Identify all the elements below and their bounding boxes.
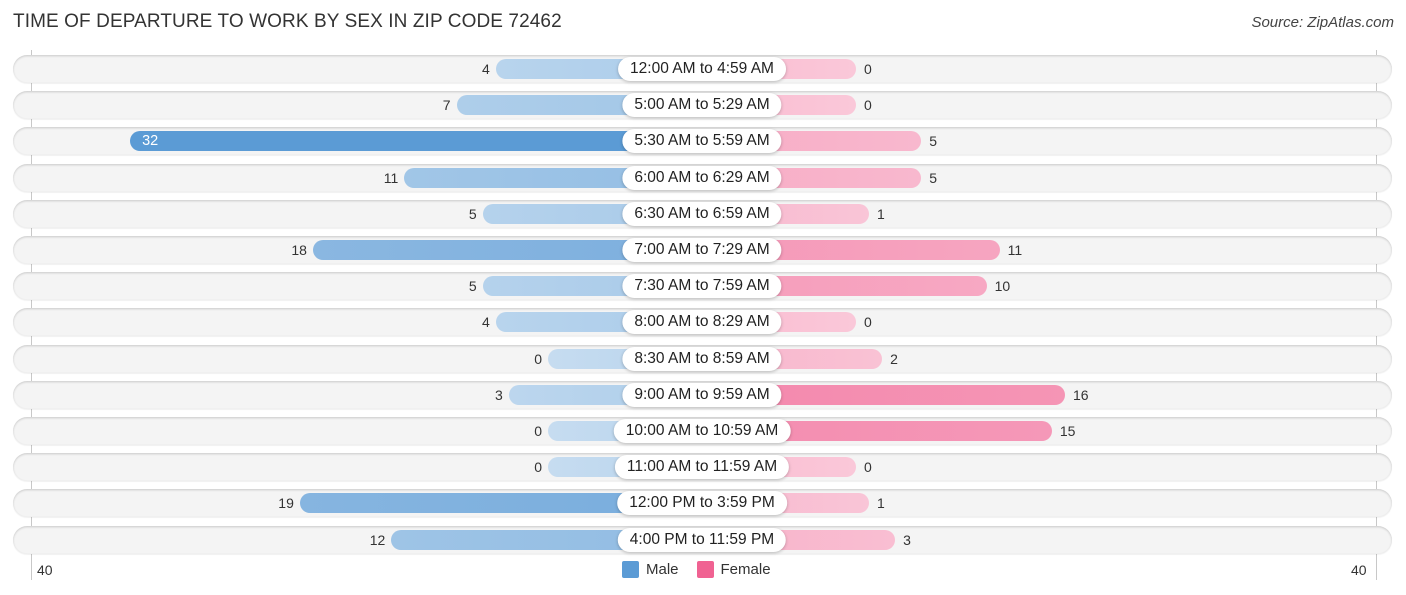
female-value-label: 3 [903, 531, 911, 548]
legend-item-female[interactable]: Female [696, 561, 771, 578]
legend: Male Female [622, 561, 781, 578]
male-value-label: 5 [468, 205, 477, 222]
female-value-label: 0 [864, 61, 872, 77]
legend-swatch-female [696, 561, 714, 578]
male-value-label: 0 [534, 423, 542, 439]
legend-item-male[interactable]: Male [622, 561, 679, 578]
category-label: 8:00 AM to 8:29 AM [622, 310, 782, 335]
female-value-label: 0 [864, 314, 872, 331]
female-value-label: 2 [890, 350, 898, 367]
female-value-label: 16 [1072, 386, 1089, 403]
female-value-label: 15 [1059, 423, 1076, 439]
male-value-label: 11 [383, 169, 399, 186]
female-value-label: 11 [1007, 242, 1023, 258]
male-value-label: 4 [481, 61, 490, 77]
male-value-label: 7 [442, 97, 451, 114]
female-value-label: 5 [929, 133, 938, 150]
male-value-label: 0 [534, 459, 542, 476]
category-label: 4:00 PM to 11:59 PM [617, 527, 787, 552]
male-value-label: 32 [142, 133, 159, 150]
category-label: 10:00 AM to 10:59 AM [613, 419, 791, 443]
axis-left-label: 40 [37, 562, 53, 578]
category-label: 6:00 AM to 6:29 AM [622, 165, 782, 190]
category-label: 12:00 AM to 4:59 AM [618, 57, 786, 81]
category-label: 7:00 AM to 7:29 AM [622, 238, 782, 262]
chart-rows: 4 0 12:00 AM to 4:59 AM 7 0 5:00 AM to 5:29 A… [0, 0, 1406, 595]
axis-right-label: 40 [1351, 562, 1367, 578]
female-value-label: 1 [877, 495, 885, 512]
male-value-label: 5 [468, 278, 477, 295]
category-label: 5:30 AM to 5:59 AM [622, 129, 782, 154]
male-value-label: 19 [278, 495, 294, 512]
female-value-label: 5 [929, 169, 938, 186]
female-value-label: 1 [877, 205, 885, 222]
male-value-label: 4 [481, 314, 490, 331]
male-value-label: 3 [495, 386, 503, 403]
male-value-label: 18 [291, 242, 307, 258]
legend-swatch-male [622, 561, 639, 578]
category-label: 9:00 AM to 9:59 AM [622, 382, 782, 407]
category-label: 5:00 AM to 5:29 AM [622, 93, 782, 118]
category-label: 11:00 AM to 11:59 AM [614, 455, 790, 480]
female-value-label: 10 [994, 278, 1011, 295]
category-label: 6:30 AM to 6:59 AM [622, 201, 782, 226]
male-bar[interactable] [130, 131, 702, 152]
male-value-label: 0 [534, 350, 542, 367]
category-label: 8:30 AM to 8:59 AM [622, 346, 782, 371]
male-value-label: 12 [369, 531, 386, 548]
category-label: 12:00 PM to 3:59 PM [617, 491, 787, 516]
female-value-label: 0 [864, 459, 872, 476]
category-label: 7:30 AM to 7:59 AM [622, 274, 782, 299]
female-value-label: 0 [864, 97, 872, 114]
legend-label-female: Female [720, 561, 771, 578]
legend-label-male: Male [646, 561, 679, 578]
